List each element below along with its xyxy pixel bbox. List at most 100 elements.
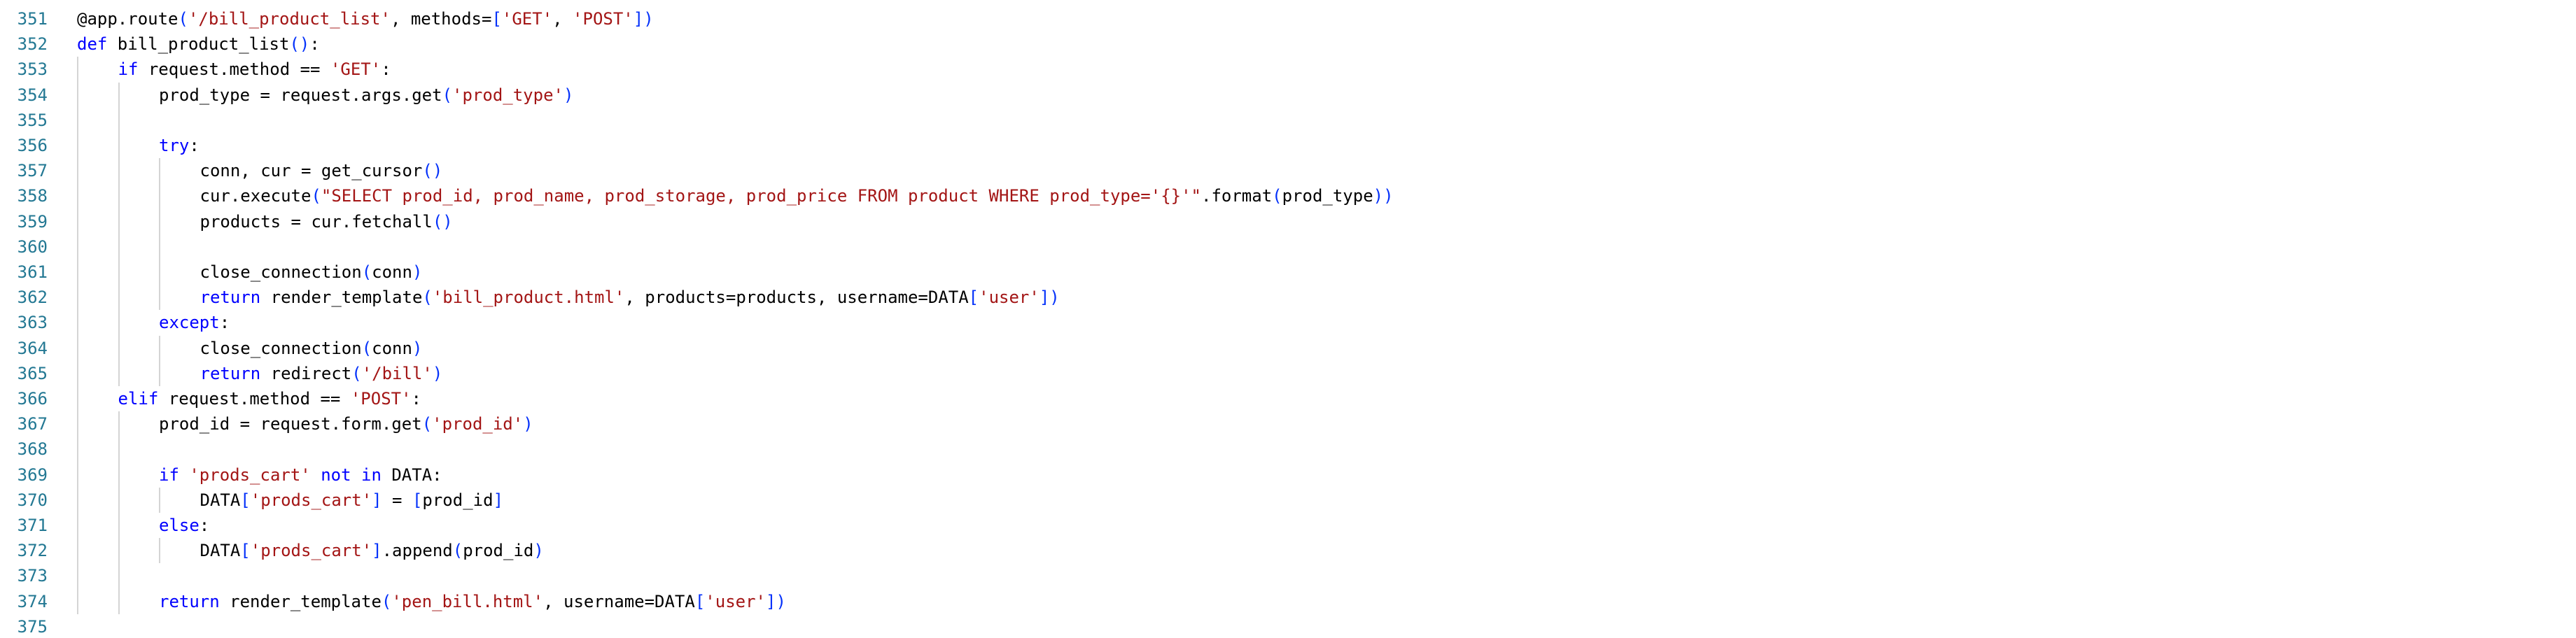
code-token: elif	[118, 389, 159, 409]
line-number: 369	[17, 465, 48, 485]
code-token: )	[563, 85, 574, 105]
code-token: return	[200, 363, 261, 383]
code-token: 'GET'	[330, 59, 382, 80]
code-line[interactable]: 373	[0, 563, 2576, 588]
code-token: except	[159, 313, 220, 333]
line-number: 355	[17, 110, 48, 130]
code-token: 'user'	[705, 591, 766, 611]
code-token: 'GET'	[501, 9, 553, 29]
code-line[interactable]: 359 products = cur.fetchall()	[0, 209, 2576, 234]
code-token: prod_id = request.form.get	[159, 414, 422, 434]
code-token: request.method ==	[158, 389, 351, 409]
code-text: if request.method == 'GET':	[118, 57, 391, 82]
code-token: 'prods_cart'	[250, 490, 372, 510]
code-token: close_connection	[200, 338, 362, 358]
code-token: cur.execute	[200, 186, 312, 206]
code-token: prod_id	[463, 541, 534, 561]
line-number: 356	[17, 136, 48, 155]
code-line[interactable]: 365 return redirect('/bill')	[0, 361, 2576, 386]
code-line[interactable]: 375	[0, 614, 2576, 638]
code-token: (	[361, 338, 372, 358]
code-token: render_template	[219, 591, 382, 611]
code-text: products = cur.fetchall()	[200, 209, 453, 234]
code-token: :	[381, 59, 391, 80]
code-line[interactable]: 368	[0, 437, 2576, 462]
line-number: 371	[17, 516, 48, 535]
code-token: [	[491, 9, 502, 29]
code-token: :	[189, 136, 200, 155]
code-token: )	[412, 338, 423, 358]
code-token: return	[200, 288, 261, 308]
code-token: not in	[321, 465, 382, 485]
code-line[interactable]: 353 if request.method == 'GET':	[0, 57, 2576, 82]
code-line[interactable]: 370 DATA['prods_cart'] = [prod_id]	[0, 488, 2576, 513]
code-token: ])	[1039, 288, 1060, 308]
code-token: conn	[372, 338, 412, 358]
code-token: @app.route	[77, 9, 178, 29]
code-line[interactable]: 352 def bill_product_list():	[0, 31, 2576, 57]
code-token: [	[240, 490, 251, 510]
code-line[interactable]: 362 return render_template('bill_product.…	[0, 285, 2576, 310]
code-token: )	[523, 414, 533, 434]
code-line[interactable]: 371 else:	[0, 513, 2576, 538]
code-token: 'pen_bill.html'	[391, 591, 544, 611]
code-line[interactable]: 363 except:	[0, 310, 2576, 335]
code-text: return render_template('pen_bill.html', …	[159, 589, 786, 614]
line-number: 359	[17, 211, 48, 232]
code-token: (	[311, 186, 321, 206]
code-line[interactable]: 357 conn, cur = get_cursor()	[0, 158, 2576, 183]
code-token: 'bill_product.html'	[432, 288, 625, 308]
code-text: @app.route('/bill_product_list', methods…	[77, 6, 654, 31]
code-line[interactable]: 369 if 'prods_cart' not in DATA:	[0, 462, 2576, 488]
code-token: DATA	[200, 541, 241, 561]
line-number: 368	[17, 439, 48, 460]
code-token: products = cur.fetchall	[200, 211, 433, 232]
code-text: DATA['prods_cart'] = [prod_id]	[200, 488, 504, 513]
code-token: '/bill_product_list'	[188, 9, 391, 29]
code-line[interactable]: 374 return render_template('pen_bill.html…	[0, 589, 2576, 614]
code-token: :	[309, 34, 320, 55]
code-token: DATA	[200, 490, 241, 510]
line-number: 352	[17, 34, 48, 55]
code-line[interactable]: 361 close_connection(conn)	[0, 260, 2576, 285]
line-number: 362	[17, 288, 48, 308]
code-line[interactable]: 358 cur.execute("SELECT prod_id, prod_nam…	[0, 183, 2576, 208]
code-token: return	[159, 591, 220, 611]
code-token: (	[442, 85, 453, 105]
code-token: render_template	[260, 288, 423, 308]
code-editor[interactable]: 351 @app.route('/bill_product_list', meth…	[0, 0, 2576, 638]
code-token: [	[968, 288, 979, 308]
code-token: )	[533, 541, 544, 561]
code-line[interactable]: 364 close_connection(conn)	[0, 336, 2576, 361]
code-token: prod_id	[422, 490, 493, 510]
code-line[interactable]: 367 prod_id = request.form.get('prod_id')	[0, 411, 2576, 437]
code-token: conn, cur = get_cursor	[200, 161, 423, 181]
code-token: "SELECT prod_id, prod_name, prod_storage…	[321, 186, 1201, 206]
code-token: (	[178, 9, 188, 29]
code-line[interactable]: 355	[0, 108, 2576, 133]
line-number: 370	[17, 490, 48, 510]
code-line[interactable]: 354 prod_type = request.args.get('prod_ty…	[0, 83, 2576, 108]
line-number: 354	[17, 85, 48, 105]
code-line[interactable]: 372 DATA['prods_cart'].append(prod_id)	[0, 538, 2576, 563]
code-token: 'prods_cart'	[250, 541, 372, 561]
code-text: close_connection(conn)	[200, 336, 423, 361]
code-token: DATA:	[381, 465, 442, 485]
code-token: 'user'	[979, 288, 1040, 308]
code-token: '/bill'	[361, 363, 433, 383]
line-number: 358	[17, 186, 48, 206]
code-token: , methods=	[390, 9, 492, 29]
code-line[interactable]: 356 try:	[0, 133, 2576, 158]
line-number: 360	[17, 236, 48, 257]
code-token: , username=DATA	[543, 591, 695, 611]
code-line[interactable]: 351 @app.route('/bill_product_list', meth…	[0, 6, 2576, 31]
line-number: 363	[17, 313, 48, 333]
line-number: 364	[17, 338, 48, 358]
code-token: (	[381, 591, 392, 611]
code-line[interactable]: 366 elif request.method == 'POST':	[0, 386, 2576, 411]
line-number: 367	[17, 414, 48, 434]
code-text: DATA['prods_cart'].append(prod_id)	[200, 538, 544, 563]
code-token: (	[1272, 186, 1282, 206]
code-text: def bill_product_list():	[77, 31, 320, 57]
code-line[interactable]: 360	[0, 234, 2576, 260]
